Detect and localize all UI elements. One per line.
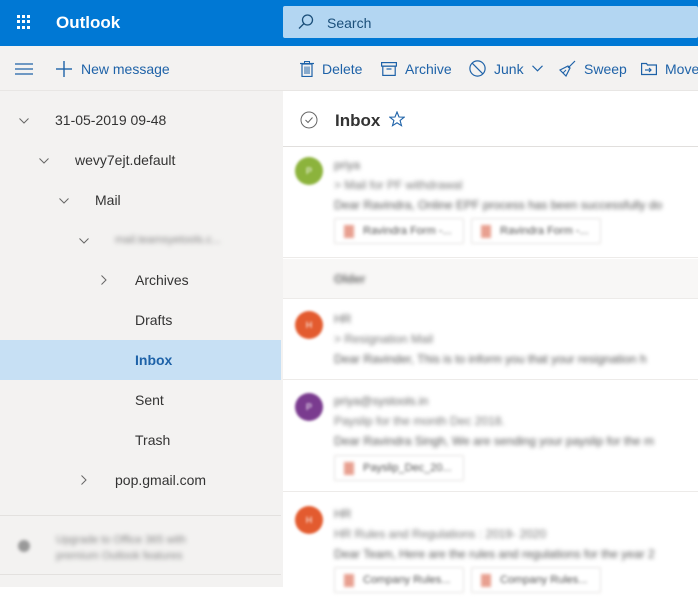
attachment-name: Company Rules...: [500, 574, 588, 586]
avatar: H: [295, 311, 323, 339]
hamburger-icon: [15, 62, 33, 75]
message-sender: priya@systools.in: [334, 394, 429, 408]
junk-button[interactable]: Junk: [469, 46, 543, 91]
attachment-chip[interactable]: Ravindra Form -...: [471, 218, 601, 244]
menu-toggle-button[interactable]: [15, 46, 41, 91]
message-sender: priya: [334, 158, 361, 172]
message-preview: Dear Ravindra Singh, We are sending your…: [334, 434, 654, 448]
chevron-down-icon[interactable]: [19, 116, 29, 126]
tree-item-label: mail.teamsyetools.c...: [115, 234, 221, 246]
broom-icon: [559, 60, 576, 77]
move-button[interactable]: Move: [641, 46, 698, 91]
chevron-down-icon[interactable]: [39, 156, 49, 166]
search-placeholder: Search: [327, 15, 372, 31]
avatar: H: [295, 506, 323, 534]
message-sender: HR: [334, 312, 352, 326]
folder-pane: 31-05-2019 09-48 wevy7ejt.default Mail m…: [0, 91, 283, 587]
trash-icon: [300, 60, 314, 77]
file-icon: [344, 574, 354, 587]
message-preview: Dear Ravindra, Online EPF process has be…: [334, 198, 663, 212]
favorite-star-icon[interactable]: [389, 111, 405, 127]
archive-icon: [381, 61, 397, 76]
move-icon: [641, 62, 657, 75]
diamond-icon: [18, 540, 30, 552]
section-header-older: Older: [283, 259, 698, 299]
delete-button[interactable]: Delete: [300, 46, 362, 91]
tree-item-wevy7ejt-default[interactable]: wevy7ejt.default: [0, 140, 281, 180]
tree-item-pop-gmail-com[interactable]: pop.gmail.com: [0, 460, 281, 500]
app-title[interactable]: Outlook: [56, 13, 120, 33]
sweep-button[interactable]: Sweep: [559, 46, 627, 91]
tree-item-label: Mail: [95, 192, 121, 208]
chevron-down-icon[interactable]: [59, 196, 69, 206]
move-label: Move: [665, 60, 698, 77]
inbox-header: Inbox: [283, 91, 698, 147]
top-bar: Outlook Search: [0, 0, 698, 46]
tree-item-label: pop.gmail.com: [115, 472, 207, 488]
message-preview: Dear Ravinder, This is to inform you tha…: [334, 352, 647, 366]
upgrade-text: Upgrade to Office 365 with premium Outlo…: [56, 534, 187, 562]
file-icon: [481, 574, 491, 587]
tree-item-sent[interactable]: Sent: [0, 380, 281, 420]
select-all-icon[interactable]: [300, 111, 318, 129]
block-icon: [469, 60, 486, 77]
attachment-chip[interactable]: Payslip_Dec_20...: [334, 455, 464, 481]
tree-item-label: Drafts: [135, 312, 173, 328]
folder-title: Inbox: [335, 111, 381, 130]
attachment-name: Ravindra Form -...: [500, 225, 589, 237]
attachment-name: Ravindra Form -...: [363, 225, 452, 237]
junk-label: Junk: [494, 60, 524, 77]
file-icon: [344, 225, 354, 238]
avatar: P: [295, 157, 323, 185]
attachment-chip[interactable]: Company Rules...: [471, 567, 601, 593]
tree-item-mail[interactable]: Mail: [0, 180, 281, 220]
archive-label: Archive: [405, 60, 452, 77]
attachment-name: Company Rules...: [363, 574, 451, 586]
message-sender: HR: [334, 507, 352, 521]
tree-item-label: Sent: [135, 392, 164, 408]
attachment-chip[interactable]: Ravindra Form -...: [334, 218, 464, 244]
tree-item-inbox[interactable]: Inbox: [0, 340, 281, 380]
message-preview: Dear Team, Here are the rules and regula…: [334, 547, 655, 561]
message-item[interactable]: H HR > Resignation Mail Dear Ravinder, T…: [283, 300, 698, 380]
message-subject: Payslip for the month Dec 2018.: [334, 414, 505, 428]
upgrade-banner[interactable]: Upgrade to Office 365 with premium Outlo…: [0, 515, 281, 575]
tree-item-label: Trash: [135, 432, 171, 448]
chevron-right-icon[interactable]: [79, 475, 89, 485]
tree-item-drafts[interactable]: Drafts: [0, 300, 281, 340]
tree-item-trash[interactable]: Trash: [0, 420, 281, 460]
attachment-name: Payslip_Dec_20...: [363, 462, 452, 474]
file-icon: [344, 462, 354, 475]
plus-icon: [56, 60, 72, 77]
message-list-pane: Inbox P priya > Mail for PF withdrawal D…: [283, 91, 698, 603]
message-subject: HR Rules and Regulations : 2019- 2020: [334, 527, 547, 541]
avatar: P: [295, 393, 323, 421]
delete-label: Delete: [322, 60, 363, 77]
search-icon: [298, 14, 314, 29]
tree-item-label: Archives: [135, 272, 189, 288]
command-bar: New message Delete Archive Junk Sweep Mo…: [0, 46, 698, 91]
new-message-button[interactable]: New message: [55, 46, 170, 91]
app-launcher-icon[interactable]: [17, 15, 31, 29]
section-label: Older: [334, 272, 366, 286]
message-item[interactable]: P priya@systools.in Payslip for the mont…: [283, 380, 698, 492]
attachment-chip[interactable]: Company Rules...: [334, 567, 464, 593]
archive-button[interactable]: Archive: [381, 46, 452, 91]
chevron-down-icon[interactable]: [531, 65, 543, 72]
file-icon: [481, 225, 491, 238]
tree-item-label: Inbox: [135, 352, 173, 368]
tree-item-archives[interactable]: Archives: [0, 260, 281, 300]
chevron-down-icon[interactable]: [79, 236, 89, 246]
tree-item-31-05-2019-09-48[interactable]: 31-05-2019 09-48: [0, 100, 281, 140]
message-subject: > Mail for PF withdrawal: [334, 178, 463, 192]
message-item[interactable]: P priya > Mail for PF withdrawal Dear Ra…: [283, 148, 698, 258]
tree-item-label: 31-05-2019 09-48: [55, 112, 167, 128]
search-input[interactable]: Search: [283, 6, 698, 38]
message-subject: > Resignation Mail: [334, 332, 434, 346]
sweep-label: Sweep: [584, 60, 627, 77]
chevron-right-icon[interactable]: [99, 275, 109, 285]
tree-item-label: wevy7ejt.default: [75, 152, 176, 168]
new-message-label: New message: [81, 60, 170, 77]
tree-item-account[interactable]: mail.teamsyetools.c...: [0, 220, 281, 260]
